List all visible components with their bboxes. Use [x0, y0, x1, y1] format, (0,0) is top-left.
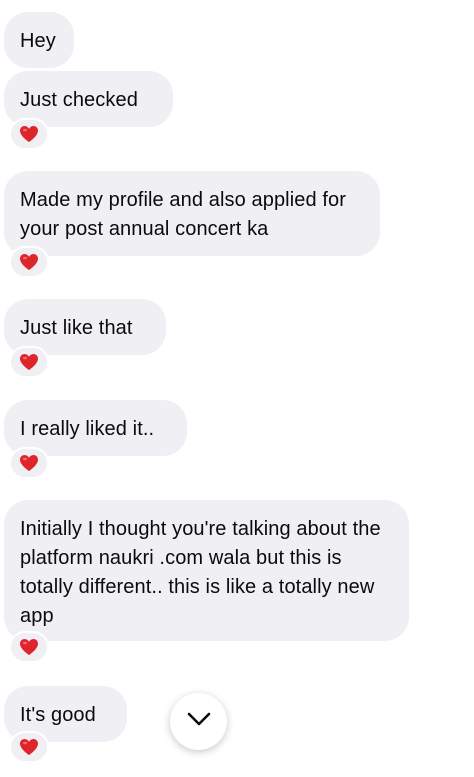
red-heart-icon	[19, 353, 39, 371]
message-text: Just like that	[20, 317, 133, 339]
message-text: Made my profile and also applied for you…	[20, 189, 347, 240]
message-text: Just checked	[20, 89, 138, 111]
red-heart-icon	[19, 125, 39, 143]
message-text: Initially I thought you're talking about…	[20, 518, 381, 627]
reaction-badge[interactable]	[9, 346, 49, 378]
message-text: I really liked it..	[20, 418, 155, 440]
message-item[interactable]: Just like that	[4, 299, 166, 378]
reaction-badge[interactable]	[9, 631, 49, 663]
red-heart-icon	[19, 638, 39, 656]
message-text: It's good	[20, 704, 96, 726]
chevron-down-icon	[186, 711, 212, 732]
reaction-badge[interactable]	[9, 118, 49, 150]
message-item[interactable]: Hey	[4, 12, 74, 68]
red-heart-icon	[19, 454, 39, 472]
message-item[interactable]: Just checked	[4, 71, 173, 150]
red-heart-icon	[19, 253, 39, 271]
message-item[interactable]: I really liked it..	[4, 400, 187, 479]
message-item[interactable]: Initially I thought you're talking about…	[4, 500, 409, 663]
red-heart-icon	[19, 738, 39, 756]
reaction-badge[interactable]	[9, 447, 49, 479]
reaction-badge[interactable]	[9, 246, 49, 278]
message-bubble[interactable]: Made my profile and also applied for you…	[4, 171, 380, 256]
message-text: Hey	[20, 30, 56, 52]
message-bubble[interactable]: Hey	[4, 12, 74, 68]
message-bubble[interactable]: Initially I thought you're talking about…	[4, 500, 409, 641]
scroll-to-bottom-button[interactable]	[170, 693, 227, 750]
message-item[interactable]: Made my profile and also applied for you…	[4, 171, 380, 278]
message-item[interactable]: It's good	[4, 686, 127, 763]
reaction-badge[interactable]	[9, 731, 49, 763]
